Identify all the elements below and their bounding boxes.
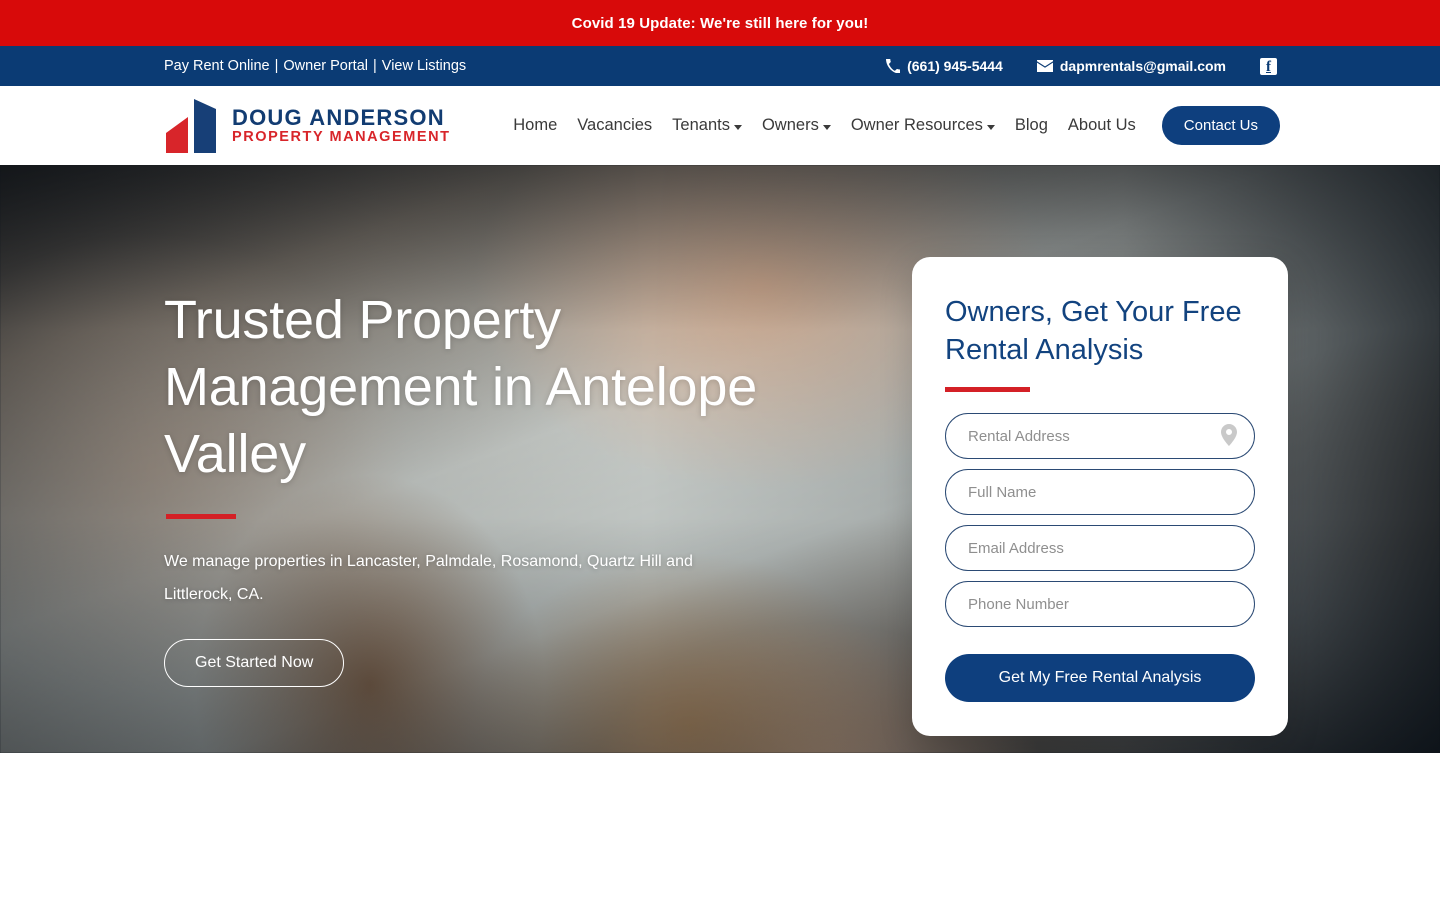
field-email-address (945, 525, 1255, 571)
announcement-text: Covid 19 Update: We're still here for yo… (571, 14, 869, 32)
logo-tagline: PROPERTY MANAGEMENT (232, 128, 451, 145)
hero-copy: Trusted Property Management in Antelope … (164, 287, 784, 687)
nav-item-home[interactable]: Home (503, 116, 567, 135)
email-address-label: dapmrentals@gmail.com (1059, 58, 1226, 74)
phone-number-label: (661) 945-5444 (907, 58, 1003, 74)
map-pin-icon (1221, 424, 1237, 446)
utility-contact-group: (661) 945-5444 dapmrentals@gmail.com f (886, 57, 1277, 75)
link-owner-portal[interactable]: Owner Portal (283, 58, 368, 74)
envelope-icon (1036, 60, 1053, 72)
field-full-name (945, 469, 1255, 515)
hero-subtitle: We manage properties in Lancaster, Palmd… (164, 553, 693, 603)
email-address-input[interactable] (945, 525, 1255, 571)
nav-item-about-us[interactable]: About Us (1058, 116, 1146, 135)
contact-us-button[interactable]: Contact Us (1161, 106, 1280, 145)
chevron-down-icon (733, 125, 742, 130)
utility-separator-1: | (274, 58, 279, 74)
building-logo-icon (164, 97, 218, 155)
field-rental-address (945, 413, 1255, 459)
hero-accent-rule (166, 514, 236, 519)
rental-analysis-form-card: Owners, Get Your Free Rental Analysis Re… (912, 257, 1288, 736)
chevron-down-icon (822, 125, 831, 130)
page-body-below-hero (0, 753, 1440, 900)
link-view-listings[interactable]: View Listings (382, 58, 466, 74)
nav-item-owner-resources[interactable]: Owner Resources (841, 116, 1005, 135)
chevron-down-icon (986, 125, 995, 130)
hero-section: Trusted Property Management in Antelope … (0, 165, 1440, 753)
nav-item-blog[interactable]: Blog (1005, 116, 1058, 135)
nav-item-owners[interactable]: Owners (752, 116, 841, 135)
rental-form-accent-rule (945, 387, 1030, 392)
nav-label-vacancies: Vacancies (577, 116, 653, 134)
hero-headline: Trusted Property Management in Antelope … (164, 290, 758, 484)
get-my-free-rental-analysis-button[interactable]: Get My Free Rental Analysis (945, 654, 1255, 702)
get-started-now-button[interactable]: Get Started Now (164, 639, 345, 687)
nav-label-owner-resources: Owner Resources (850, 116, 983, 134)
site-header: DOUG ANDERSON PROPERTY MANAGEMENT Home V… (0, 86, 1440, 165)
covid-announcement-bar: Covid 19 Update: We're still here for yo… (0, 0, 1440, 46)
nav-label-owners: Owners (761, 116, 819, 134)
logo-wordmark: DOUG ANDERSON PROPERTY MANAGEMENT (232, 104, 451, 145)
site-logo[interactable]: DOUG ANDERSON PROPERTY MANAGEMENT (164, 97, 451, 155)
phone-icon (886, 59, 901, 73)
utility-bar: Pay Rent Online | Owner Portal | View Li… (0, 46, 1440, 86)
main-navigation: Home Vacancies Tenants Owners Owner Reso… (503, 106, 1280, 145)
full-name-input[interactable] (945, 469, 1255, 515)
link-pay-rent-online[interactable]: Pay Rent Online (164, 58, 270, 74)
phone-number-input[interactable] (945, 581, 1255, 627)
nav-label-blog: Blog (1014, 116, 1048, 134)
nav-label-about-us: About Us (1067, 116, 1136, 134)
utility-links: Pay Rent Online | Owner Portal | View Li… (164, 58, 466, 74)
utility-separator-2: | (373, 58, 377, 74)
field-phone-number (945, 581, 1255, 627)
rental-address-input[interactable] (945, 413, 1255, 459)
facebook-icon[interactable]: f (1260, 57, 1277, 75)
logo-company-name: DOUG ANDERSON (232, 104, 445, 130)
rental-form-title: Owners, Get Your Free Rental Analysis (945, 296, 1242, 366)
nav-label-home: Home (513, 116, 558, 134)
email-link[interactable]: dapmrentals@gmail.com (1036, 58, 1226, 74)
nav-item-tenants[interactable]: Tenants (662, 116, 752, 135)
facebook-f-glyph: f (1266, 58, 1271, 75)
nav-label-tenants: Tenants (672, 116, 730, 134)
phone-link[interactable]: (661) 945-5444 (886, 58, 1003, 74)
nav-item-vacancies[interactable]: Vacancies (567, 116, 662, 135)
hero-content-wrapper: Trusted Property Management in Antelope … (0, 165, 1440, 753)
